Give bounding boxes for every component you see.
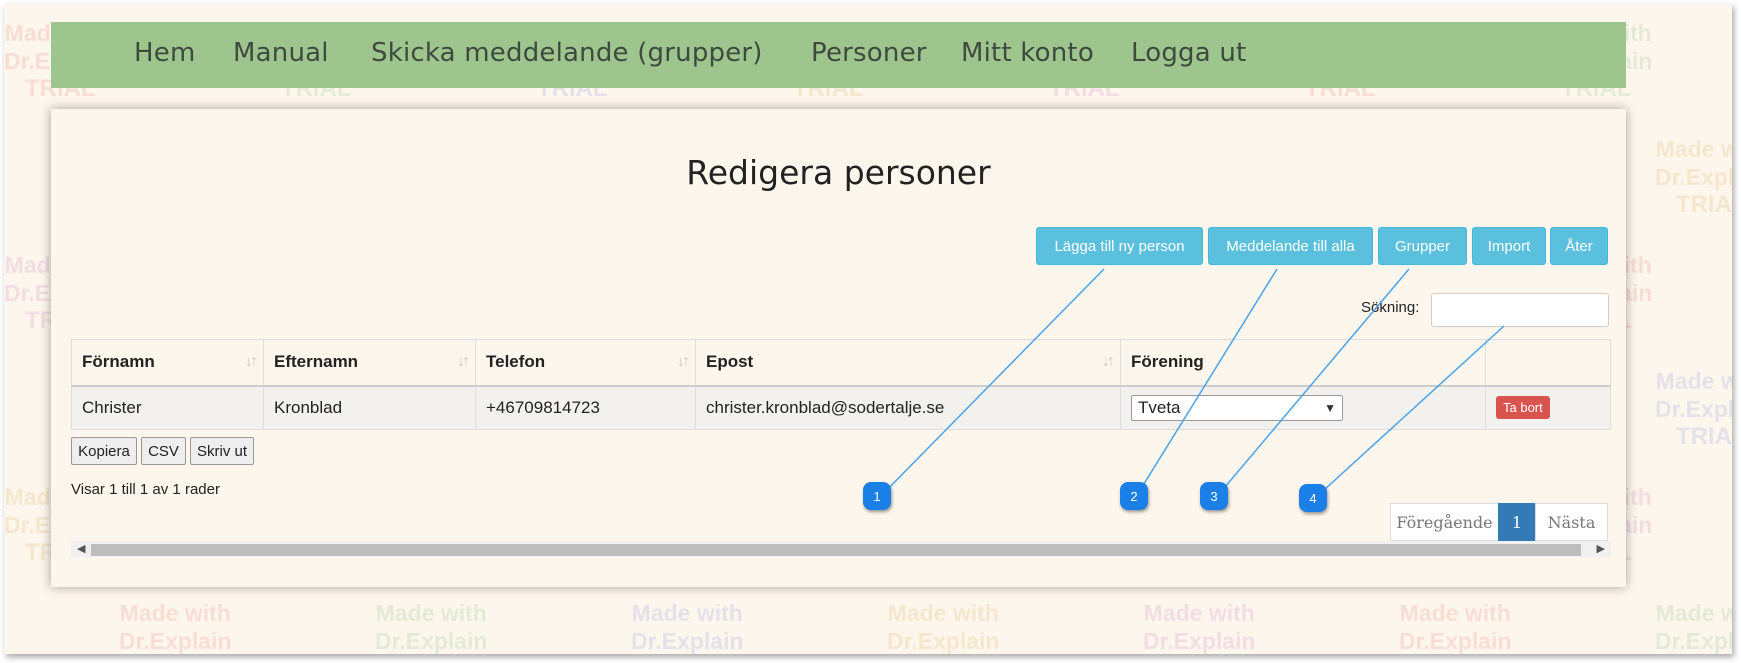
column-label: Efternamn — [274, 352, 359, 372]
chevron-down-icon: ▼ — [1324, 400, 1336, 415]
column-label: Förnamn — [82, 352, 155, 372]
column-label: Telefon — [486, 352, 546, 372]
watermark-line: Dr.Explain — [631, 628, 744, 654]
nav-item-send-message[interactable]: Skicka meddelande (grupper) — [371, 38, 763, 68]
watermark-text: Made withDr.ExplainTRIAL — [1655, 599, 1732, 654]
watermark-line: Made with — [1143, 600, 1255, 626]
cell-phone: +46709814723 — [475, 385, 696, 430]
cell-last-name: Kronblad — [263, 385, 476, 430]
table-info: Visar 1 till 1 av 1 rader — [71, 481, 220, 498]
watermark-text: Made withDr.ExplainTRIAL — [375, 599, 487, 654]
watermark-line: Dr.Explain — [1655, 396, 1732, 422]
watermark-text: Made withDr.ExplainTRIAL — [1655, 367, 1732, 451]
pagination-next[interactable]: Nästa — [1535, 503, 1608, 541]
search-input[interactable] — [1431, 293, 1609, 327]
nav-item-logout[interactable]: Logga ut — [1131, 38, 1246, 68]
association-select-value: Tveta — [1138, 397, 1181, 417]
table-header-row: Förnamn ↓↑ Efternamn ↓↑ Telefon ↓↑ Epost ↓↑ … — [71, 339, 1611, 387]
column-label: Epost — [706, 352, 754, 372]
column-header-email[interactable]: Epost ↓↑ — [695, 339, 1121, 387]
watermark-line: Made with — [1399, 600, 1511, 626]
column-header-association[interactable]: Förening — [1120, 339, 1486, 387]
column-header-first-name[interactable]: Förnamn ↓↑ — [71, 339, 264, 387]
watermark-line: TRIAL — [1675, 423, 1732, 450]
sort-icon: ↓↑ — [1102, 353, 1115, 370]
cell-association: Tveta ▼ — [1120, 385, 1486, 430]
csv-button[interactable]: CSV — [141, 437, 186, 465]
watermark-text: Made withDr.ExplainTRIAL — [1655, 135, 1732, 219]
cell-email: christer.kronblad@sodertalje.se — [695, 385, 1121, 430]
copy-button[interactable]: Kopiera — [71, 437, 137, 465]
table-row: Christer Kronblad +46709814723 christer.… — [71, 385, 1611, 430]
scroll-right-icon[interactable]: ▶ — [1597, 542, 1605, 555]
message-all-button[interactable]: Meddelande till alla — [1208, 227, 1373, 265]
pagination-page-1[interactable]: 1 — [1498, 503, 1536, 541]
watermark-text: Made withDr.ExplainTRIAL — [1143, 599, 1255, 654]
sort-icon: ↓↑ — [457, 353, 470, 370]
screenshot-frame: Made withDr.ExplainTRIALMade withDr.Expl… — [4, 4, 1732, 654]
watermark-text: Made withDr.ExplainTRIAL — [119, 599, 231, 654]
horizontal-scrollbar[interactable]: ◀ ▶ — [71, 541, 1611, 557]
column-header-last-name[interactable]: Efternamn ↓↑ — [263, 339, 476, 387]
sort-icon: ↓↑ — [677, 353, 690, 370]
callout-badge-4: 4 — [1299, 484, 1327, 512]
sort-icon: ↓↑ — [245, 353, 258, 370]
watermark-line: Dr.Explain — [1655, 164, 1732, 190]
page-title: Redigera personer — [686, 153, 991, 192]
column-header-actions — [1485, 339, 1611, 387]
watermark-text: Made withDr.ExplainTRIAL — [631, 599, 743, 654]
watermark-line: Dr.Explain — [375, 628, 488, 654]
scrollbar-thumb[interactable] — [91, 544, 1581, 556]
callout-badge-2: 2 — [1120, 482, 1148, 510]
nav-item-my-account[interactable]: Mitt konto — [961, 38, 1094, 68]
scroll-left-icon[interactable]: ◀ — [77, 542, 85, 555]
watermark-line: Dr.Explain — [119, 628, 232, 654]
search-label: Sökning: — [1361, 299, 1420, 316]
callout-badge-1: 1 — [863, 482, 891, 510]
watermark-text: Made withDr.ExplainTRIAL — [1399, 599, 1511, 654]
nav-item-manual[interactable]: Manual — [233, 38, 329, 68]
column-label: Förening — [1131, 352, 1204, 372]
watermark-line: Made with — [631, 600, 743, 626]
import-button[interactable]: Import — [1472, 227, 1546, 265]
watermark-line: Dr.Explain — [887, 628, 1000, 654]
print-button[interactable]: Skriv ut — [190, 437, 254, 465]
groups-button[interactable]: Grupper — [1378, 227, 1467, 265]
watermark-line: Made with — [1655, 600, 1732, 626]
back-button[interactable]: Åter — [1550, 227, 1608, 265]
callout-badge-3: 3 — [1200, 482, 1228, 510]
cell-first-name: Christer — [71, 385, 264, 430]
watermark-line: Dr.Explain — [1399, 628, 1512, 654]
watermark-line: Made with — [1655, 136, 1732, 162]
watermark-line: Made with — [887, 600, 999, 626]
watermark-line: Dr.Explain — [1143, 628, 1256, 654]
watermark-line: TRIAL — [1675, 191, 1732, 218]
nav-item-home[interactable]: Hem — [134, 38, 195, 68]
nav-item-persons[interactable]: Personer — [811, 38, 927, 68]
pagination-prev[interactable]: Föregående — [1390, 503, 1499, 541]
delete-button[interactable]: Ta bort — [1496, 396, 1550, 420]
top-nav: Hem Manual Skicka meddelande (grupper) P… — [51, 22, 1626, 88]
add-person-button[interactable]: Lägga till ny person — [1036, 227, 1203, 265]
main-card: Redigera personer Lägga till ny person M… — [51, 109, 1626, 587]
association-select[interactable]: Tveta ▼ — [1131, 394, 1343, 421]
watermark-line: Dr.Explain — [1655, 628, 1732, 654]
column-header-phone[interactable]: Telefon ↓↑ — [475, 339, 696, 387]
watermark-line: Made with — [1655, 368, 1732, 394]
persons-table: Förnamn ↓↑ Efternamn ↓↑ Telefon ↓↑ Epost ↓↑ … — [71, 339, 1611, 430]
watermark-line: Made with — [119, 600, 231, 626]
watermark-text: Made withDr.ExplainTRIAL — [887, 599, 999, 654]
watermark-line: Made with — [375, 600, 487, 626]
cell-actions: Ta bort — [1485, 385, 1611, 430]
